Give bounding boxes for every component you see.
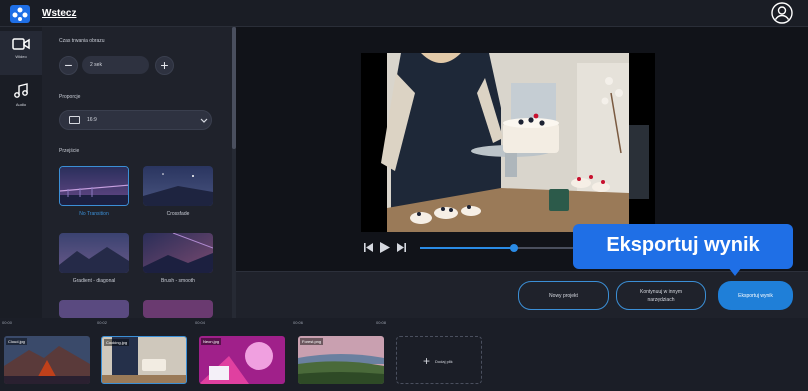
proportion-value: 16:9 xyxy=(87,117,97,123)
ruler-tick: 00:04 xyxy=(195,320,206,325)
export-tooltip: Eksportuj wynik xyxy=(573,224,793,269)
add-file-label: Dodaj plik xyxy=(435,359,453,364)
rail-item-video[interactable]: Wideo xyxy=(0,31,42,75)
proportion-select[interactable]: 16:9 xyxy=(59,110,212,130)
transition-thumbnail xyxy=(59,233,129,273)
transition-label-gradient-diagonal: Gradient - diagonal xyxy=(72,278,116,284)
transition-label-no-transition: No Transition xyxy=(79,211,109,217)
transition-crossfade[interactable] xyxy=(143,166,213,206)
transition-brush-smooth[interactable] xyxy=(143,233,213,273)
ruler-tick: 00:08 xyxy=(376,320,387,325)
transition-no-transition[interactable] xyxy=(59,166,129,206)
transition-label-brush-smooth: Brush - smooth xyxy=(161,278,195,284)
transition-more-2[interactable] xyxy=(143,300,213,318)
continue-other-tools-button[interactable]: Kontynuuj w innym narzędziach xyxy=(616,281,706,310)
ruler-tick: 00:00 xyxy=(2,320,13,325)
export-result-button[interactable]: Eksportuj wynik xyxy=(718,281,793,310)
transition-more-1[interactable] xyxy=(59,300,129,318)
skip-forward-icon[interactable] xyxy=(397,243,406,252)
music-note-icon xyxy=(14,83,28,98)
transition-label-crossfade: Crossfade xyxy=(166,211,190,217)
rail-item-audio[interactable]: Audio xyxy=(0,77,42,121)
new-project-label: Nowy projekt xyxy=(549,292,578,299)
account-circle-icon[interactable] xyxy=(771,2,793,24)
duration-label: Czas trwania obrazu xyxy=(59,38,105,44)
skip-back-icon[interactable] xyxy=(364,243,373,252)
clip-name: Cooking.jpg xyxy=(104,339,130,346)
play-icon[interactable] xyxy=(380,242,390,253)
action-bar: Nowy projekt Kontynuuj w innym narzędzia… xyxy=(236,271,808,318)
app-logo-icon[interactable] xyxy=(10,5,30,23)
video-camera-icon xyxy=(12,38,30,50)
rail-label-audio: Audio xyxy=(15,102,27,107)
progress-knob[interactable] xyxy=(510,244,518,252)
duration-input[interactable]: 2 sek xyxy=(82,56,149,74)
minus-icon: − xyxy=(64,57,73,73)
clip-name: Neon.jpg xyxy=(201,338,222,345)
decrease-duration-button[interactable]: − xyxy=(59,56,78,75)
new-project-button[interactable]: Nowy projekt xyxy=(518,281,609,310)
transition-gradient-diagonal[interactable] xyxy=(59,233,129,273)
timeline-track: Cloud.jpg Cooking.jpg Neon.jpg Forest.pn… xyxy=(0,330,808,391)
rail-label-video: Wideo xyxy=(15,54,27,59)
transition-thumbnail xyxy=(143,166,213,206)
ruler-tick: 00:06 xyxy=(293,320,304,325)
timeline-ruler: 00:00 00:02 00:04 00:06 00:08 xyxy=(0,318,808,330)
clip-name: Forest.png xyxy=(300,338,324,345)
aspect-ratio-icon xyxy=(69,116,80,124)
tooltip-arrow xyxy=(728,267,742,276)
export-result-label: Eksportuj wynik xyxy=(738,292,773,299)
chevron-down-icon xyxy=(200,118,208,123)
settings-panel: Czas trwania obrazu − 2 sek + Proporcje … xyxy=(42,27,233,318)
increase-duration-button[interactable]: + xyxy=(155,56,174,75)
transition-thumbnail xyxy=(60,167,128,205)
timeline-clip-neon[interactable]: Neon.jpg xyxy=(199,336,285,384)
timeline-clip-cloud[interactable]: Cloud.jpg xyxy=(4,336,90,384)
continue-other-tools-label: Kontynuuj w innym narzędziach xyxy=(640,288,682,303)
timeline-clip-forest[interactable]: Forest.png xyxy=(298,336,384,384)
top-bar xyxy=(0,0,808,27)
clip-name: Cloud.jpg xyxy=(6,338,27,345)
plus-icon: + xyxy=(160,57,169,73)
left-rail: Wideo Audio xyxy=(0,27,42,318)
ruler-tick: 00:02 xyxy=(97,320,108,325)
proportion-label: Proporcje xyxy=(59,94,81,100)
progress-fill xyxy=(420,247,514,249)
transition-thumbnail xyxy=(143,233,213,273)
timeline-clip-cooking[interactable]: Cooking.jpg xyxy=(101,336,187,384)
back-link[interactable]: Wstecz xyxy=(42,8,76,19)
add-file-button[interactable]: + Dodaj plik xyxy=(396,336,482,384)
transitions-label: Przejście xyxy=(59,148,80,154)
plus-icon: + xyxy=(423,354,431,368)
video-preview[interactable] xyxy=(361,53,655,232)
